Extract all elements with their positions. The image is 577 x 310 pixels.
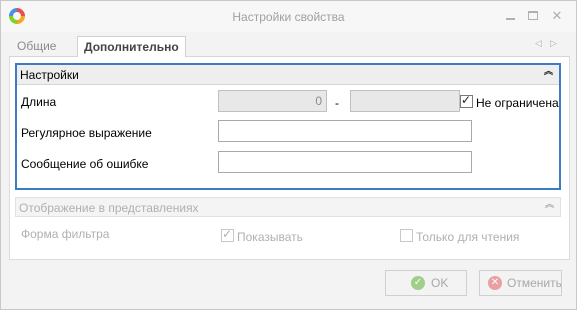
- maximize-icon: [528, 11, 538, 20]
- regex-input[interactable]: [218, 120, 472, 142]
- ok-button[interactable]: ✓ OK: [385, 270, 467, 296]
- settings-group-title: Настройки: [20, 68, 79, 82]
- minimize-button[interactable]: [503, 8, 519, 24]
- close-button[interactable]: ✕: [549, 8, 565, 24]
- tab-strip: Общие Дополнительно ◁ ▷: [9, 33, 570, 58]
- readonly-label: Только для чтения: [416, 230, 520, 244]
- window-title: Настройки свойства: [232, 10, 345, 24]
- error-message-label: Сообщение об ошибке: [21, 157, 149, 171]
- filter-form-label: Форма фильтра: [21, 227, 110, 241]
- title-bar[interactable]: Настройки свойства ✕: [1, 1, 576, 32]
- length-min-input[interactable]: [218, 90, 327, 112]
- error-message-input[interactable]: [218, 151, 472, 173]
- close-icon: ✕: [551, 8, 563, 23]
- tab-general[interactable]: Общие: [11, 36, 62, 57]
- cancel-button-label: Отменить: [507, 276, 562, 290]
- chevrons-up-icon[interactable]: ︽: [545, 200, 554, 209]
- unlimited-label: Не ограничена: [476, 96, 559, 110]
- length-max-input[interactable]: [350, 90, 460, 112]
- maximize-button[interactable]: [525, 8, 541, 24]
- tab-scroll-right-icon[interactable]: ▷: [550, 38, 557, 49]
- cancel-button[interactable]: ✕ Отменить: [479, 270, 562, 296]
- ok-button-label: OK: [431, 276, 449, 290]
- length-label: Длина: [21, 95, 57, 109]
- show-checkbox[interactable]: [221, 227, 234, 242]
- tab-scroll-left-icon[interactable]: ◁: [535, 38, 542, 49]
- minimize-icon: [506, 18, 515, 20]
- tab-advanced[interactable]: Дополнительно: [77, 36, 186, 58]
- chevrons-up-icon[interactable]: ︽: [544, 67, 553, 76]
- display-group-header[interactable]: Отображение в представлениях ︽: [15, 197, 561, 217]
- property-settings-dialog: Настройки свойства ✕ Общие Дополнительно…: [0, 0, 577, 310]
- settings-group-header[interactable]: Настройки ︽: [17, 65, 559, 85]
- length-separator: -: [335, 96, 339, 110]
- readonly-checkbox[interactable]: [400, 229, 413, 242]
- show-label: Показывать: [237, 230, 303, 244]
- x-circle-icon: ✕: [488, 276, 502, 290]
- regex-label: Регулярное выражение: [21, 126, 152, 140]
- unlimited-checkbox[interactable]: [460, 93, 473, 108]
- display-group-title: Отображение в представлениях: [19, 201, 199, 215]
- check-circle-icon: ✓: [411, 276, 425, 290]
